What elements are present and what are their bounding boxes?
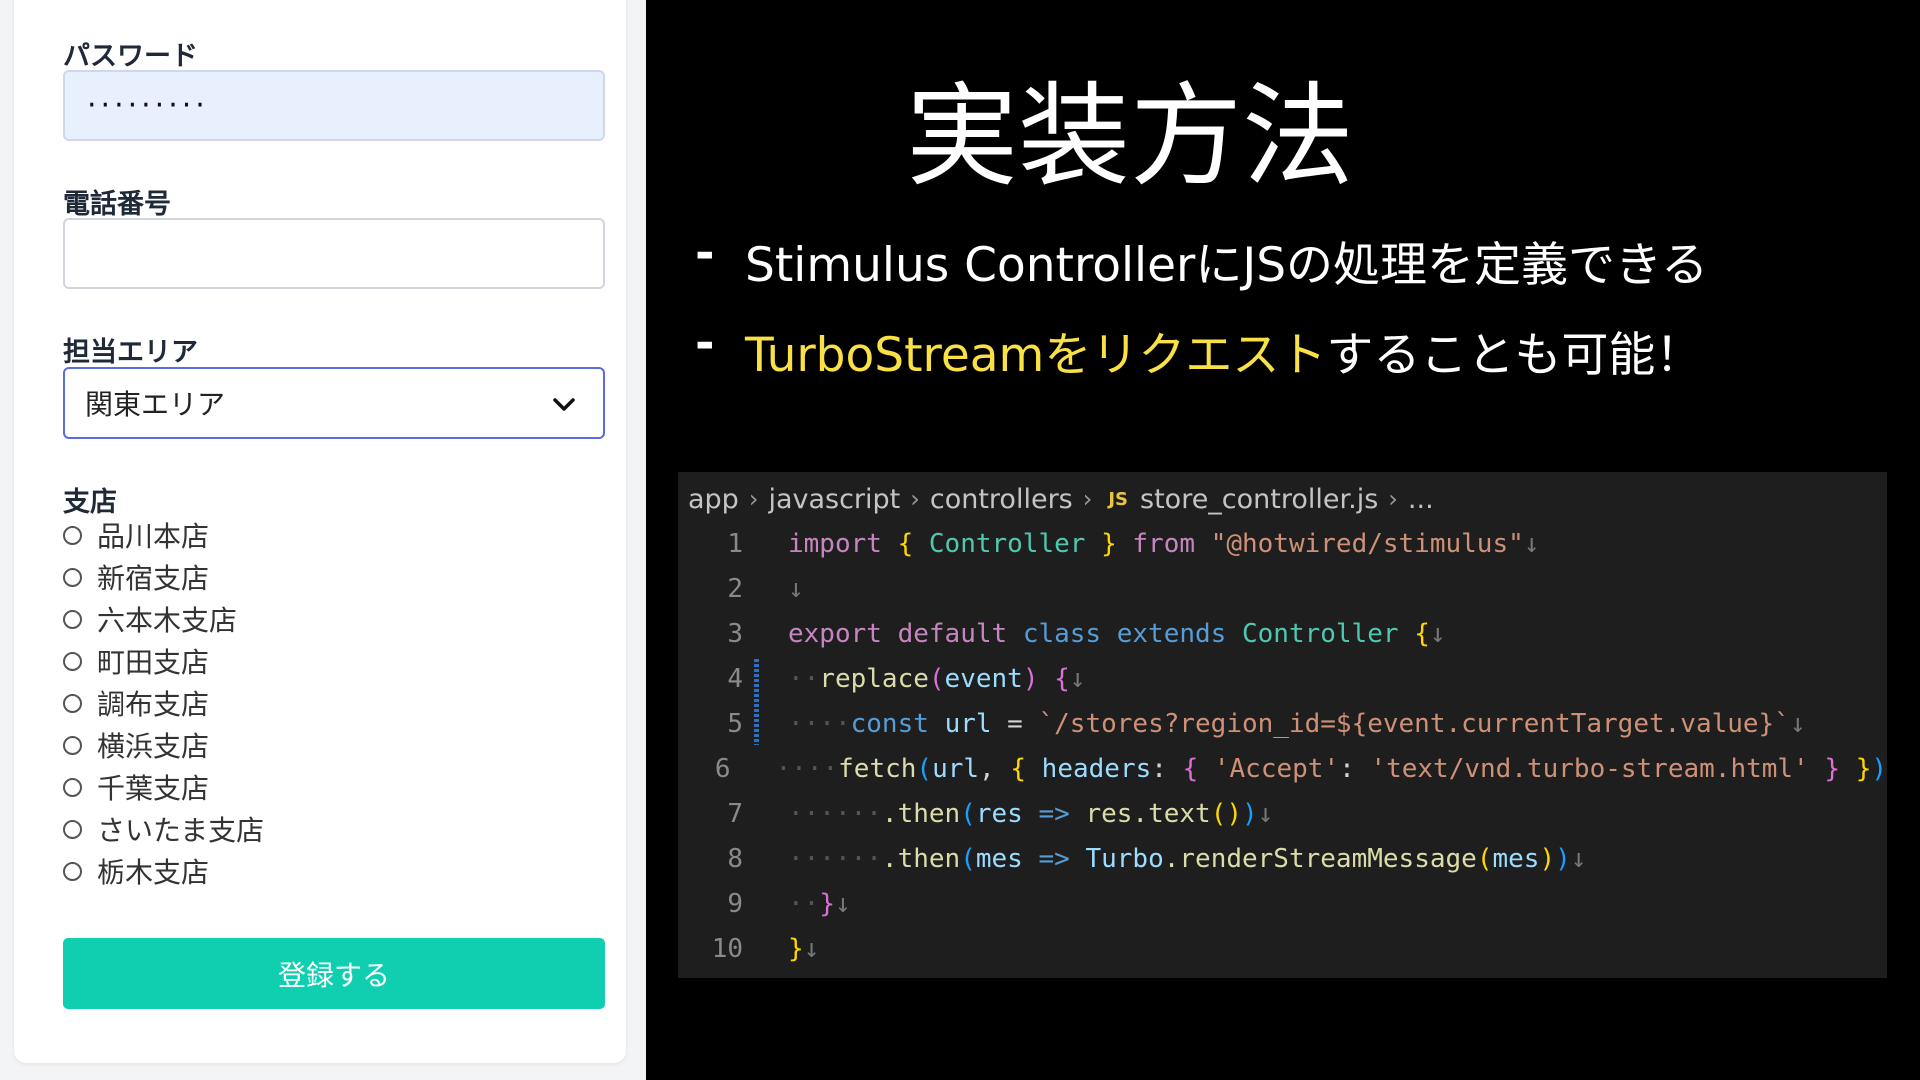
chevron-right-icon: › [1082, 485, 1093, 513]
code-content: export default class extends Controller … [788, 619, 1446, 649]
bullet-text: Stimulus ControllerにJSの処理を定義できる [745, 238, 1709, 293]
line-number: 6 [714, 754, 731, 784]
password-label: パスワード [63, 41, 198, 72]
radio-circle-icon[interactable] [63, 693, 82, 713]
branch-radio[interactable]: 千葉支店 [63, 770, 210, 805]
code-line: 2 ↓ [678, 567, 1887, 611]
branch-radio-label: 千葉支店 [97, 772, 210, 805]
code-line: 5 ····const url = `/stores?region_id=${e… [678, 702, 1887, 746]
branch-radio-label: 新宿支店 [97, 562, 210, 595]
code-line: 8 ······.then(mes => Turbo.renderStreamM… [678, 837, 1887, 881]
phone-label: 電話番号 [63, 189, 171, 220]
breadcrumb-item[interactable]: app [688, 484, 739, 515]
code-content: ······.then(res => res.text())↓ [788, 799, 1274, 829]
branch-radio[interactable]: 新宿支店 [63, 560, 210, 595]
radio-circle-icon[interactable] [63, 861, 82, 881]
phone-field[interactable] [63, 218, 605, 289]
line-number: 3 [727, 619, 743, 649]
chevron-right-icon: › [1388, 485, 1398, 513]
bullet-highlight-text: TurboStreamをリクエスト [745, 328, 1327, 383]
area-select[interactable]: 関東エリア [63, 367, 605, 439]
code-line: 6 ····fetch(url, { headers: { 'Accept': … [678, 747, 1887, 791]
branch-radio-label: 調布支店 [97, 688, 210, 721]
radio-circle-icon[interactable] [63, 609, 82, 629]
breadcrumb: app › javascript › controllers › JS stor… [688, 480, 1434, 518]
line-number: 5 [727, 709, 743, 739]
branch-radio-label: 品川本店 [97, 520, 210, 553]
breadcrumb-item[interactable]: store_controller.js [1140, 484, 1378, 515]
radio-circle-icon[interactable] [63, 735, 82, 755]
radio-circle-icon[interactable] [63, 525, 82, 545]
line-number: 8 [727, 844, 743, 874]
branch-radio-label: 横浜支店 [97, 730, 210, 763]
branch-radio-label: 町田支店 [97, 646, 210, 679]
code-content: }↓ [788, 934, 820, 964]
code-line: 7 ······.then(res => res.text())↓ [678, 792, 1887, 836]
bullet-item: - TurboStreamをリクエスト することも可能！ [695, 316, 1702, 385]
submit-button[interactable]: 登録する [63, 938, 605, 1009]
radio-circle-icon[interactable] [63, 651, 82, 671]
bullet-text: することも可能！ [1326, 328, 1703, 383]
code-content: ······.then(mes => Turbo.renderStreamMes… [788, 844, 1587, 874]
code-content: ····fetch(url, { headers: { 'Accept': 't… [775, 754, 1887, 784]
line-number: 2 [727, 574, 743, 604]
code-line: 9 ··}↓ [678, 882, 1887, 926]
breadcrumb-item[interactable]: controllers [930, 484, 1073, 515]
branch-radio-label: さいたま支店 [97, 814, 265, 847]
radio-circle-icon[interactable] [63, 819, 82, 839]
registration-form-card: パスワード ········· 電話番号 担当エリア 関東エリア 支店 品川本店… [14, 0, 626, 1063]
bullet-dash: - [695, 226, 715, 281]
area-select-value: 関東エリア [85, 388, 226, 421]
branch-radio[interactable]: 六本木支店 [63, 602, 238, 637]
slide-title: 実装方法 [906, 72, 1354, 202]
code-line: 3 export default class extends Controlle… [678, 612, 1887, 656]
js-file-icon: JS [1108, 488, 1129, 510]
radio-circle-icon[interactable] [63, 567, 82, 587]
breadcrumb-item[interactable]: ... [1408, 484, 1434, 515]
password-field[interactable]: ········· [63, 70, 605, 141]
code-editor: app › javascript › controllers › JS stor… [678, 472, 1887, 978]
code-content: ··}↓ [788, 889, 851, 919]
code-content: import { Controller } from "@hotwired/st… [788, 529, 1540, 559]
chevron-right-icon: › [748, 485, 759, 513]
code-content: ··replace(event) {↓ [788, 664, 1086, 694]
line-number: 9 [727, 889, 743, 919]
branch-radio[interactable]: 横浜支店 [63, 728, 210, 763]
chevron-right-icon: › [910, 485, 920, 513]
line-number: 1 [727, 529, 743, 559]
line-number: 10 [711, 934, 743, 964]
breadcrumb-item[interactable]: javascript [768, 484, 900, 515]
branch-radio[interactable]: 町田支店 [63, 644, 210, 679]
branch-radio[interactable]: 調布支店 [63, 686, 210, 721]
bullet-item: - Stimulus ControllerにJSの処理を定義できる [695, 226, 1708, 295]
code-line: 4 ··replace(event) {↓ [678, 657, 1887, 701]
code-content: ····const url = `/stores?region_id=${eve… [788, 709, 1806, 739]
branch-radio-label: 六本木支店 [97, 604, 238, 637]
branch-radio-label: 栃木支店 [97, 856, 210, 889]
radio-circle-icon[interactable] [63, 777, 82, 797]
branch-label: 支店 [63, 487, 117, 518]
area-label: 担当エリア [63, 337, 198, 368]
chevron-down-icon [553, 398, 575, 411]
code-content: ↓ [788, 574, 804, 604]
line-number: 4 [727, 664, 743, 694]
branch-radio[interactable]: 栃木支店 [63, 854, 210, 889]
line-number: 7 [727, 799, 743, 829]
branch-radio[interactable]: 品川本店 [63, 518, 210, 553]
branch-radio[interactable]: さいたま支店 [63, 812, 265, 847]
bullet-dash: - [695, 316, 715, 371]
code-line: 10 }↓ [678, 927, 1887, 971]
code-line: 1 import { Controller } from "@hotwired/… [678, 522, 1887, 566]
